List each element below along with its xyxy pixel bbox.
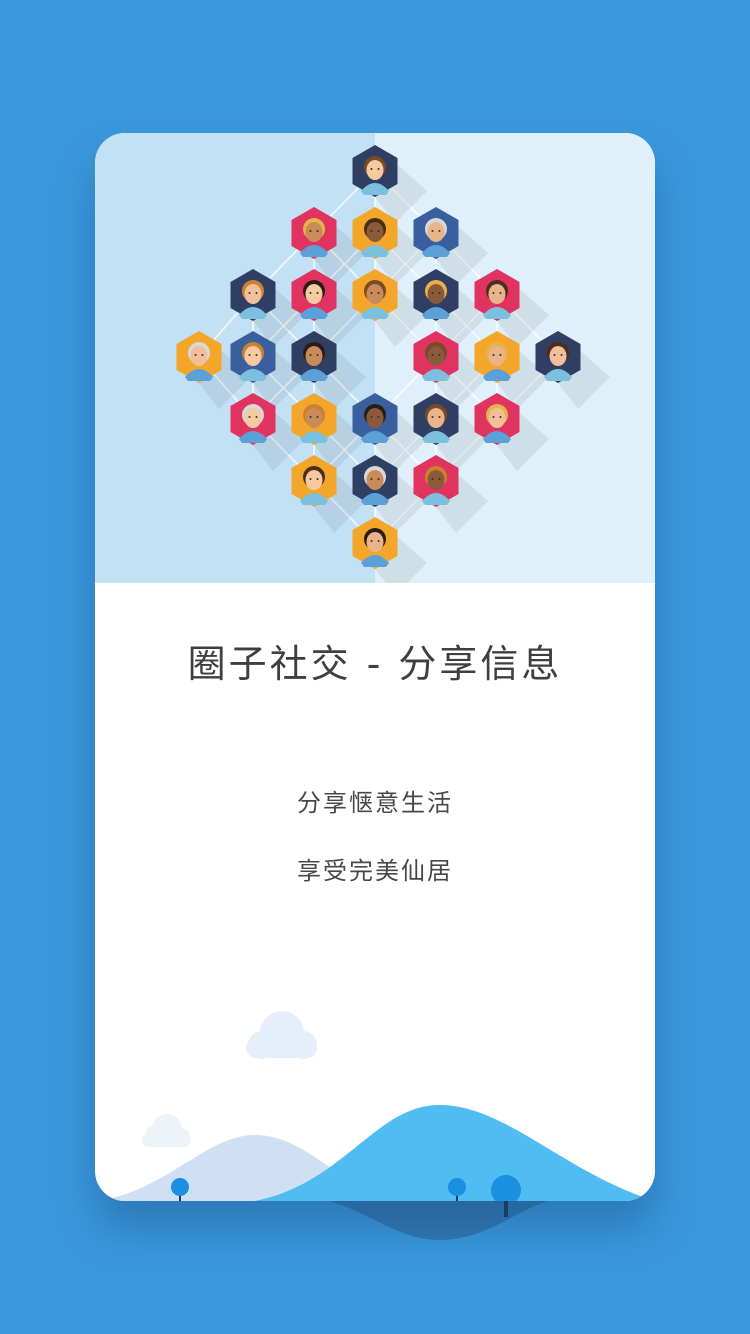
cloud-icon xyxy=(246,1011,317,1059)
page-title: 圈子社交 - 分享信息 xyxy=(187,642,563,686)
landscape-scene xyxy=(95,1011,655,1201)
subtitle-line-1: 分享惬意生活 xyxy=(297,789,453,817)
cloud-icon xyxy=(142,1114,191,1147)
hero-illustration xyxy=(95,133,655,583)
subtitle-line-2: 享受完美仙居 xyxy=(297,857,453,885)
onboarding-card: 圈子社交 - 分享信息 分享惬意生活 享受完美仙居 xyxy=(95,133,655,1201)
